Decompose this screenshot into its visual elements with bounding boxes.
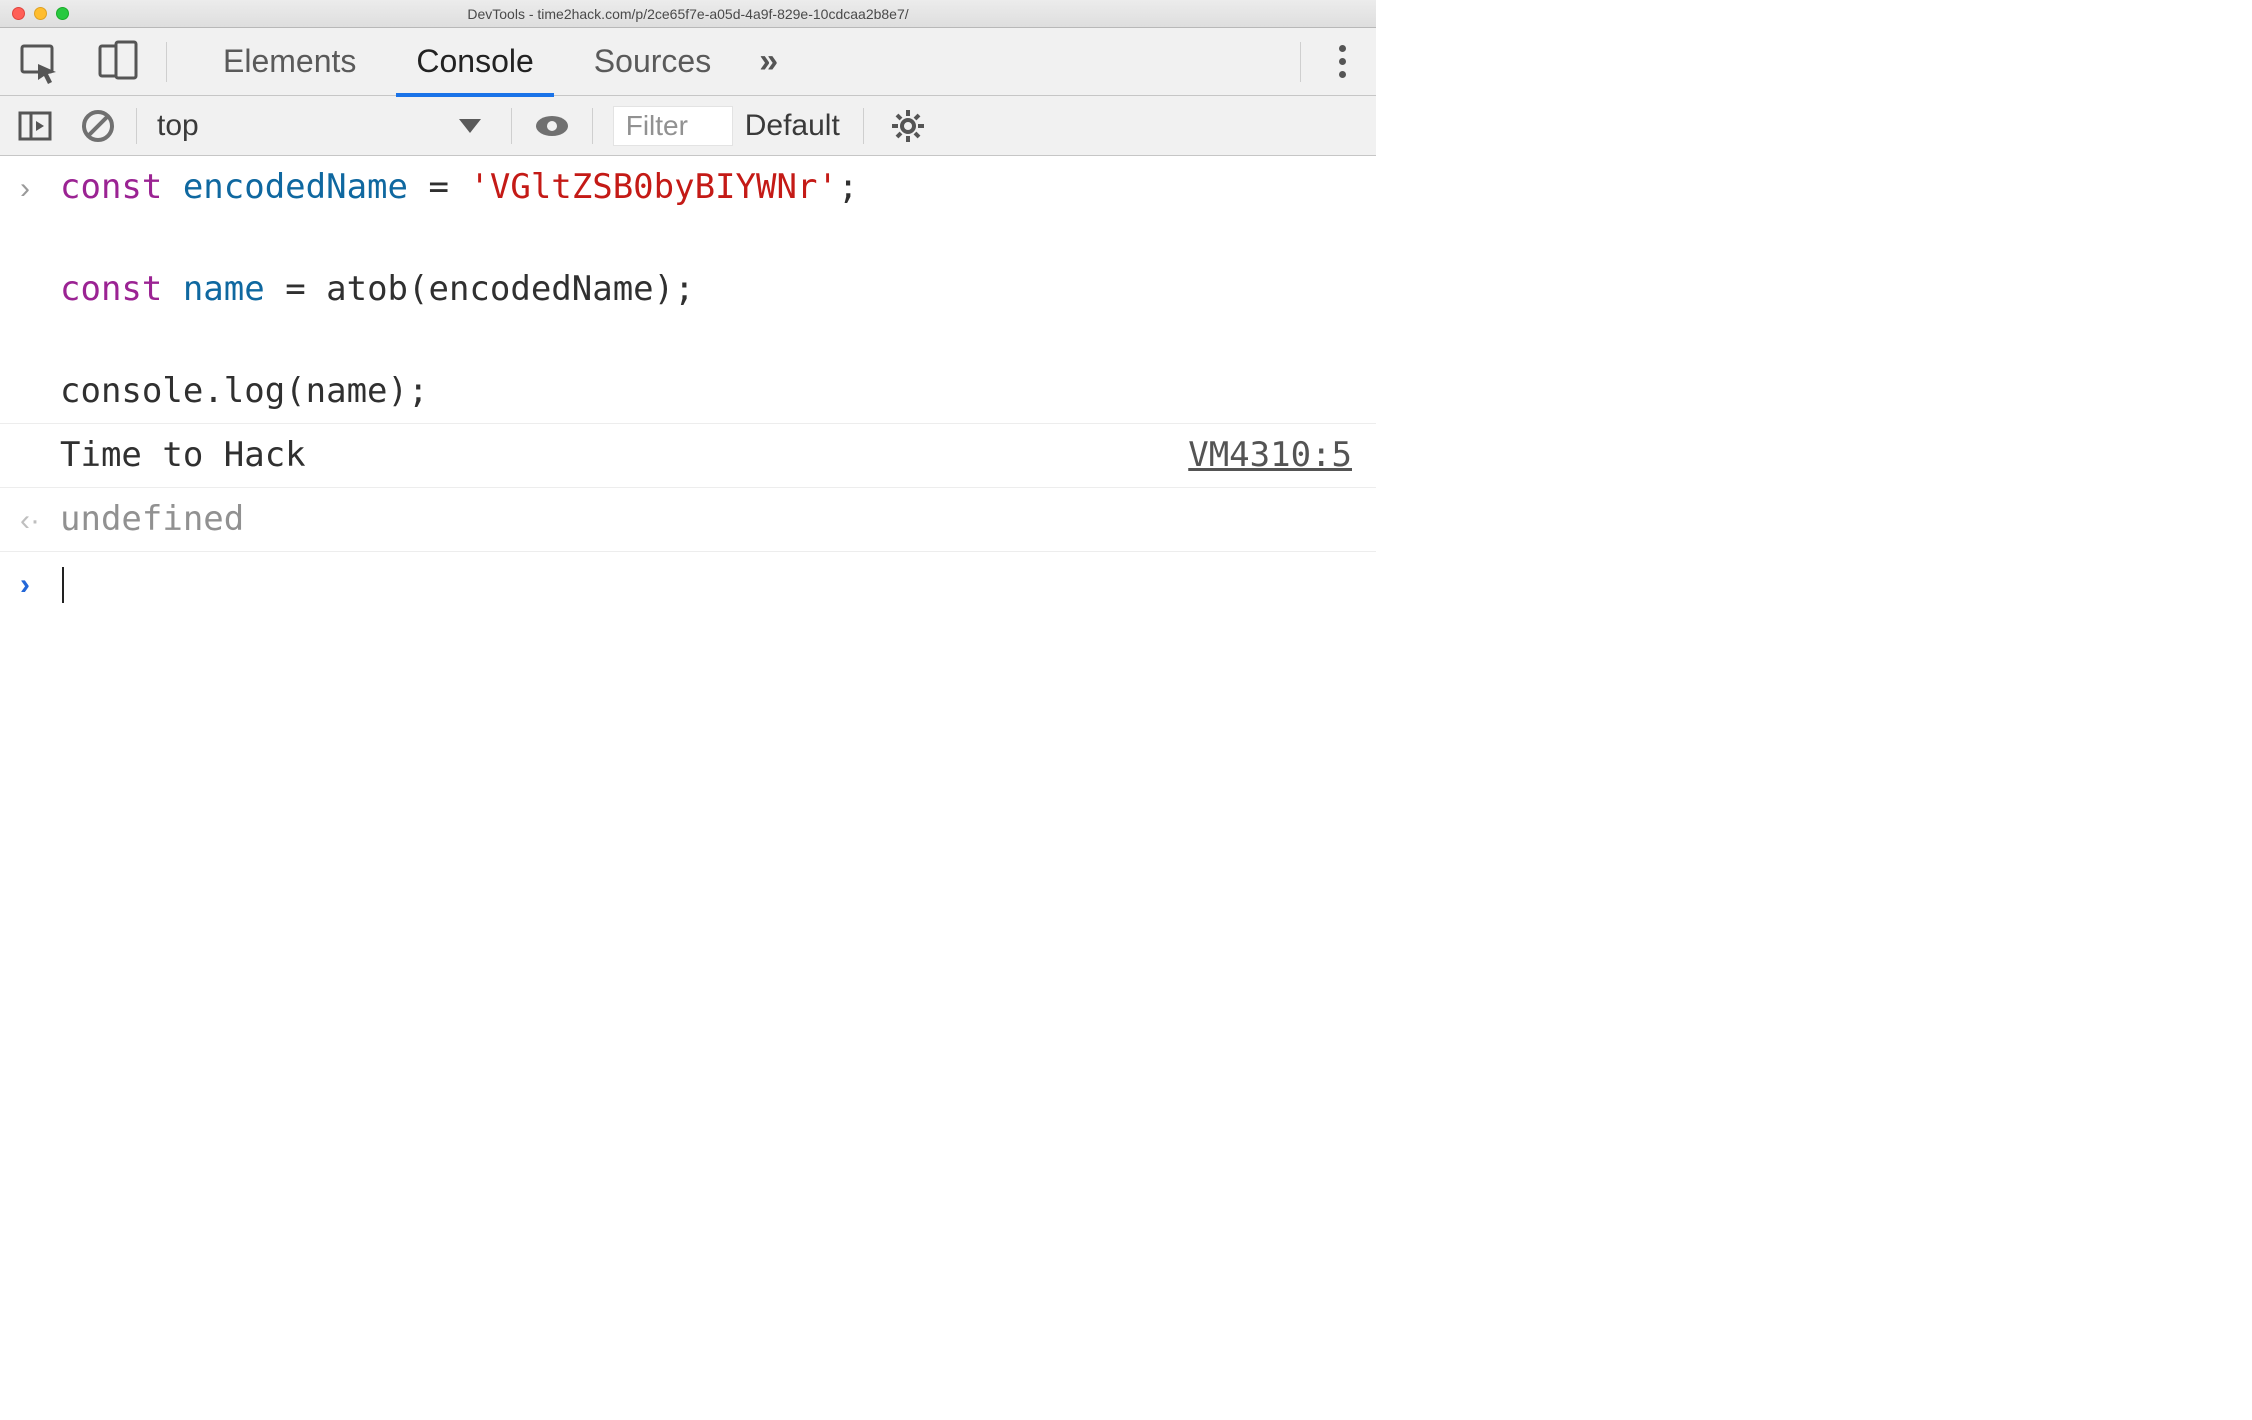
console-return-entry: ‹· undefined <box>0 488 1376 552</box>
window-title: DevTools - time2hack.com/p/2ce65f7e-a05d… <box>0 6 1376 22</box>
text-cursor <box>62 567 64 603</box>
prompt-input[interactable] <box>60 558 1360 609</box>
log-levels-select[interactable]: Default levels <box>733 109 843 143</box>
maximize-button[interactable] <box>56 7 69 20</box>
console-settings-icon[interactable] <box>890 108 926 144</box>
close-button[interactable] <box>12 7 25 20</box>
devtools-tabs: Elements Console Sources » <box>193 28 796 96</box>
return-indicator-icon: ‹· <box>20 494 60 543</box>
source-link[interactable]: VM4310:5 <box>1188 430 1360 481</box>
execution-context-select[interactable]: top <box>157 109 491 143</box>
prompt-icon: › <box>20 558 60 607</box>
more-tabs-icon[interactable]: » <box>741 42 796 81</box>
main-toolbar: Elements Console Sources » <box>0 28 1376 96</box>
window-titlebar: DevTools - time2hack.com/p/2ce65f7e-a05d… <box>0 0 1376 28</box>
filter-input[interactable]: Filter <box>613 106 733 146</box>
context-label: top <box>157 109 199 143</box>
separator <box>592 108 593 144</box>
console-log-entry: Time to Hack VM4310:5 <box>0 424 1376 488</box>
separator <box>136 108 137 144</box>
log-message: Time to Hack <box>60 430 1188 481</box>
inspect-element-icon[interactable] <box>18 40 62 84</box>
toggle-sidebar-icon[interactable] <box>18 109 52 143</box>
prompt-indicator-icon: › <box>20 162 60 211</box>
tab-elements[interactable]: Elements <box>193 28 386 96</box>
tab-console[interactable]: Console <box>386 28 563 96</box>
console-toolbar: top Filter Default levels <box>0 96 1376 156</box>
console-prompt[interactable]: › <box>0 552 1376 615</box>
tab-sources[interactable]: Sources <box>564 28 741 96</box>
separator <box>166 42 167 82</box>
separator <box>511 108 512 144</box>
traffic-lights <box>0 7 69 20</box>
return-value: undefined <box>60 494 1360 545</box>
log-gutter <box>20 454 60 458</box>
console-input-entry: › const encodedName = 'VGltZSB0byBIYWNr'… <box>0 156 1376 424</box>
clear-console-icon[interactable] <box>80 108 116 144</box>
chevron-down-icon <box>459 119 481 133</box>
separator <box>863 108 864 144</box>
settings-menu-icon[interactable] <box>1327 45 1358 78</box>
separator <box>1300 42 1301 82</box>
live-expression-icon[interactable] <box>532 106 572 146</box>
code-entered: const encodedName = 'VGltZSB0byBIYWNr'; … <box>60 162 1360 417</box>
console-output: › const encodedName = 'VGltZSB0byBIYWNr'… <box>0 156 1376 615</box>
minimize-button[interactable] <box>34 7 47 20</box>
device-toolbar-icon[interactable] <box>96 40 140 84</box>
